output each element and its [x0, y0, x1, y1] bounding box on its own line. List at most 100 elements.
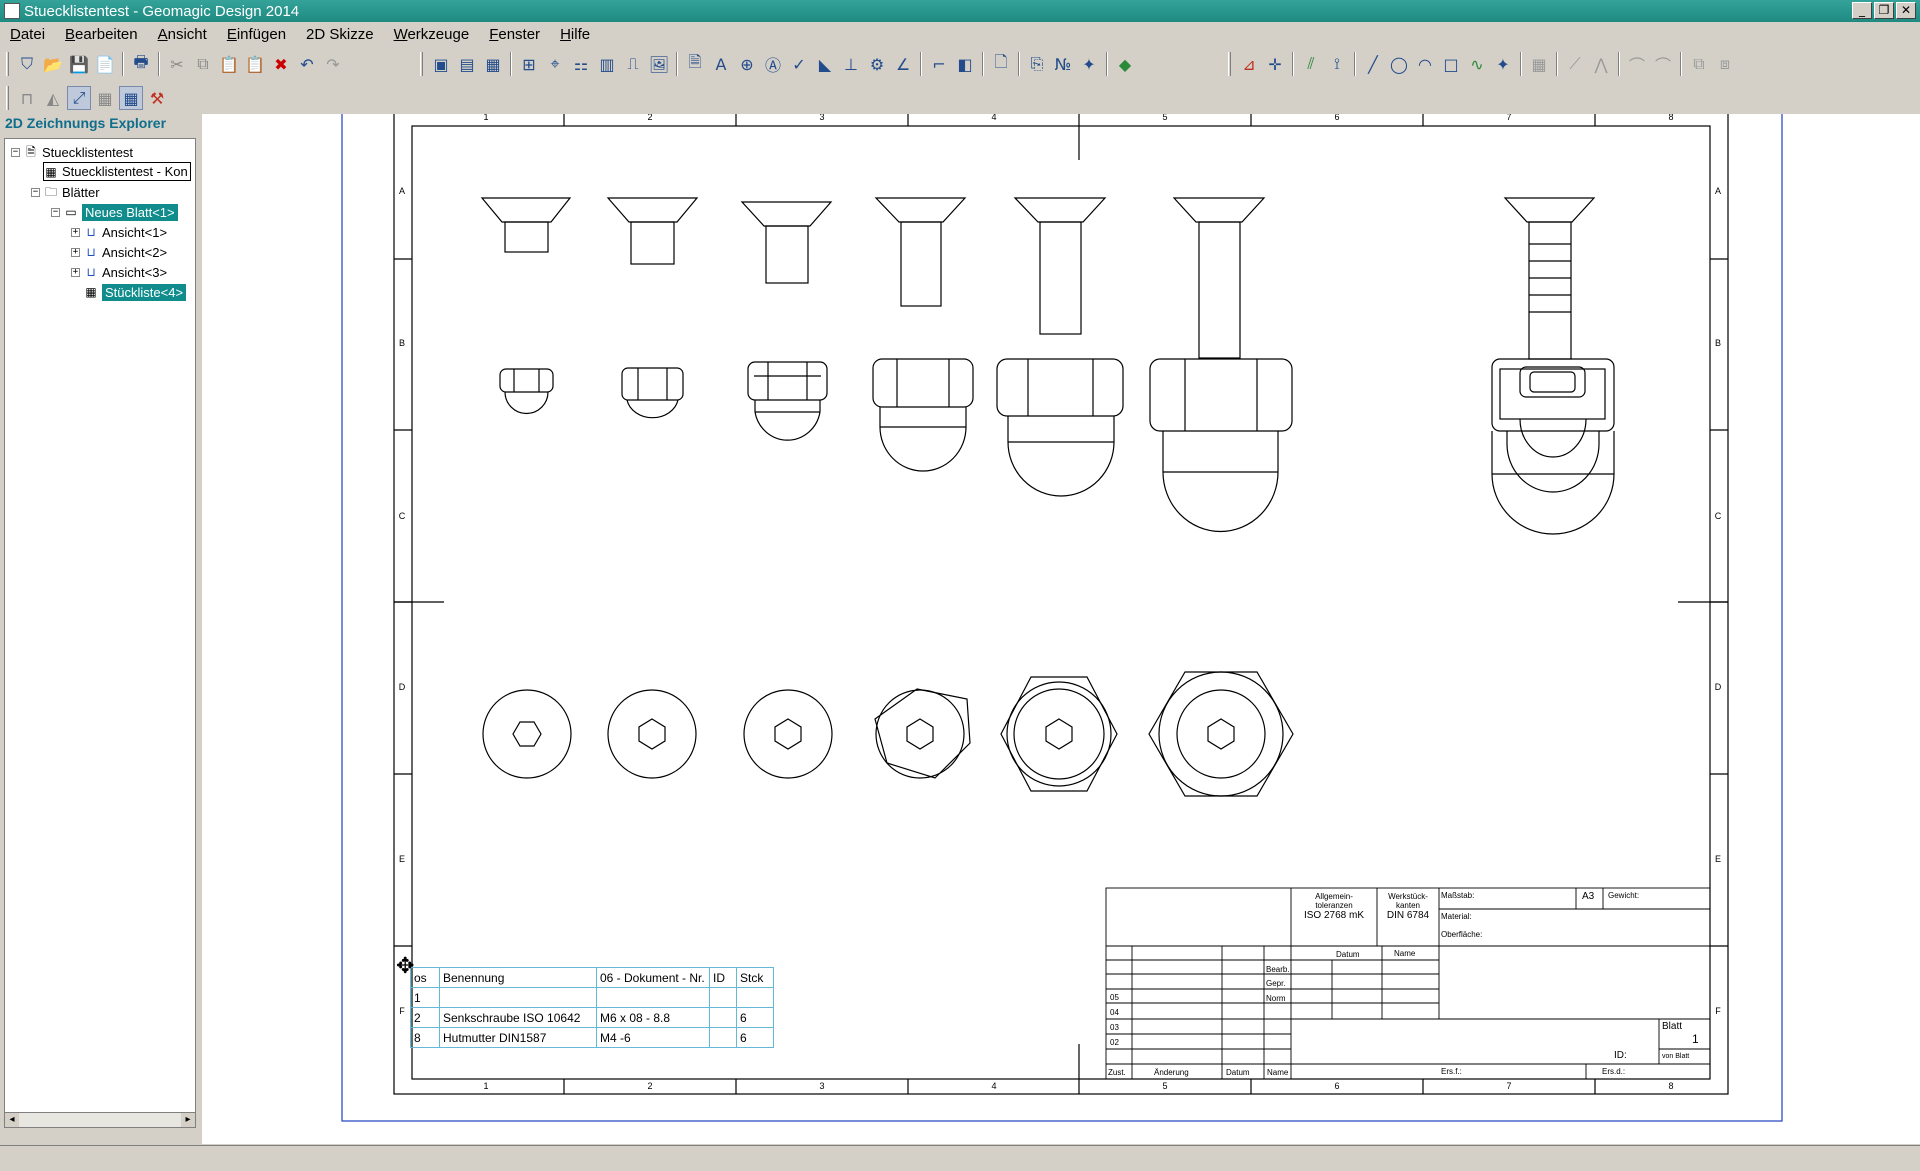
- tree-item-sheet-1[interactable]: − ▭ Neues Blatt<1>: [51, 202, 178, 222]
- circle-icon[interactable]: ◯: [1387, 52, 1411, 76]
- label-icon[interactable]: Ⓐ: [761, 52, 785, 76]
- explorer-tree[interactable]: − 🗎 Stuecklistentest ▦ Stuecklistentest …: [4, 138, 196, 1128]
- dimension-icon[interactable]: ⌐: [927, 52, 951, 76]
- chamfer-icon[interactable]: ⌒: [1651, 52, 1675, 76]
- sheet-icon[interactable]: ⊓: [15, 86, 39, 110]
- tree-item-view-3[interactable]: + ⊔ Ansicht<3>: [71, 262, 167, 282]
- text-icon[interactable]: A: [709, 52, 733, 76]
- scroll-left-icon[interactable]: ◂: [5, 1113, 19, 1127]
- move-cursor-icon[interactable]: ✥: [396, 956, 414, 978]
- menu-2d-skizze[interactable]: 2D Skizze: [296, 26, 384, 43]
- break-view-icon[interactable]: ⎍: [621, 52, 645, 76]
- numbering-icon[interactable]: №: [1051, 52, 1075, 76]
- detail-view-icon[interactable]: ⌖: [543, 52, 567, 76]
- paste-icon[interactable]: 📋: [217, 52, 241, 76]
- table-row[interactable]: os Benennung 06 - Dokument - Nr. ID Stck: [410, 967, 774, 988]
- hatch-icon[interactable]: ▥: [595, 52, 619, 76]
- check-icon[interactable]: ✓: [787, 52, 811, 76]
- nut-side-view[interactable]: [499, 358, 1615, 535]
- fillet-icon[interactable]: ⌒: [1625, 52, 1649, 76]
- menu-hilfe[interactable]: Hilfe: [550, 26, 600, 43]
- print-icon[interactable]: 🖶: [129, 52, 153, 76]
- point-icon[interactable]: ✛: [1263, 52, 1287, 76]
- delete-icon[interactable]: ✖: [269, 52, 293, 76]
- image-icon[interactable]: 🖼: [647, 52, 671, 76]
- save-icon[interactable]: 💾: [67, 52, 91, 76]
- view-layout-icon[interactable]: ▤: [455, 52, 479, 76]
- bom-icon[interactable]: ⚏: [569, 52, 593, 76]
- rectangle-icon[interactable]: □: [1439, 52, 1463, 76]
- layers-icon[interactable]: ◆: [1113, 52, 1137, 76]
- menu-bearbeiten[interactable]: Bearbeiten: [55, 26, 148, 43]
- tools-icon[interactable]: ⚒: [145, 86, 169, 110]
- selection-icon[interactable]: ◭: [41, 86, 65, 110]
- surface-symbol-icon[interactable]: ◣: [813, 52, 837, 76]
- menu-datei[interactable]: Datei: [0, 26, 55, 43]
- drawing-canvas[interactable]: 1 2 3 4 5 6 7 8 1 2 3 4 5 6 7 8 A B C D …: [202, 114, 1920, 1144]
- expand-icon[interactable]: +: [71, 267, 80, 277]
- bom-table[interactable]: os Benennung 06 - Dokument - Nr. ID Stck…: [410, 967, 774, 1048]
- redo-icon[interactable]: ↷: [321, 52, 345, 76]
- wizard-icon[interactable]: ✦: [1077, 52, 1101, 76]
- tree-item-bom-4[interactable]: ▦ Stückliste<4>: [84, 282, 187, 302]
- fill-icon[interactable]: ◧: [953, 52, 977, 76]
- top-views[interactable]: [482, 671, 1294, 797]
- grid-icon[interactable]: ▦: [1527, 52, 1551, 76]
- tree-item-sheets[interactable]: − 🗀 Blätter: [31, 182, 100, 202]
- table-row[interactable]: 1: [410, 987, 774, 1008]
- weld-icon[interactable]: ⚙: [865, 52, 889, 76]
- paste-special-icon[interactable]: 📋: [243, 52, 267, 76]
- collapse-icon[interactable]: −: [51, 207, 60, 217]
- properties-icon[interactable]: 🗋: [989, 52, 1013, 76]
- note-icon[interactable]: 🗎: [683, 52, 707, 76]
- tree-item-configuration[interactable]: ▦ Stuecklistentest - Kon: [43, 162, 191, 181]
- section-view-icon[interactable]: ⊞: [517, 52, 541, 76]
- explorer-horizontal-scrollbar[interactable]: ◂ ▸: [4, 1112, 196, 1128]
- mirror-icon[interactable]: ⧈: [1713, 52, 1737, 76]
- open-folder-icon[interactable]: 📂: [41, 52, 65, 76]
- spline-icon[interactable]: ∿: [1465, 52, 1489, 76]
- table-row[interactable]: 2 Senkschraube ISO 10642 M6 x 08 - 8.8 6: [410, 1007, 774, 1028]
- collapse-icon[interactable]: −: [11, 147, 20, 157]
- export-icon[interactable]: 📄: [93, 52, 117, 76]
- undo-icon[interactable]: ↶: [295, 52, 319, 76]
- menu-ansicht[interactable]: Ansicht: [148, 26, 217, 43]
- center-mark-icon[interactable]: ⊕: [735, 52, 759, 76]
- expand-icon[interactable]: +: [71, 227, 80, 237]
- menu-werkzeuge[interactable]: Werkzeuge: [384, 26, 480, 43]
- table-icon[interactable]: ▦: [481, 52, 505, 76]
- restore-button[interactable]: ❐: [1874, 2, 1894, 19]
- close-button[interactable]: ✕: [1896, 2, 1916, 19]
- datum-icon[interactable]: ⊥: [839, 52, 863, 76]
- tree-item-document[interactable]: − 🗎 Stuecklistentest: [11, 142, 133, 162]
- screw-side-view[interactable]: [480, 197, 1596, 360]
- table-row[interactable]: 8 Hutmutter DIN1587 M4 -6 6: [410, 1027, 774, 1048]
- parallel-icon[interactable]: ⫽: [1299, 52, 1323, 76]
- copy-icon[interactable]: ⧉: [191, 52, 215, 76]
- cut-icon[interactable]: ✂: [165, 52, 189, 76]
- menu-einfuegen[interactable]: Einfügen: [217, 26, 296, 43]
- view-icon[interactable]: ▣: [429, 52, 453, 76]
- annotation-icon[interactable]: ⤢: [67, 86, 91, 110]
- construction-point-icon[interactable]: ✦: [1491, 52, 1515, 76]
- balloon-icon[interactable]: ⎘: [1025, 52, 1049, 76]
- new-icon[interactable]: ⛉: [15, 52, 39, 76]
- tree-item-view-2[interactable]: + ⊔ Ansicht<2>: [71, 242, 167, 262]
- extend-icon[interactable]: ⋀: [1589, 52, 1613, 76]
- menu-fenster[interactable]: Fenster: [479, 26, 550, 43]
- line-icon[interactable]: ╱: [1361, 52, 1385, 76]
- tree-item-view-1[interactable]: + ⊔ Ansicht<1>: [71, 222, 167, 242]
- expand-icon[interactable]: +: [71, 247, 80, 257]
- scroll-right-icon[interactable]: ▸: [181, 1113, 195, 1127]
- toolbar-grip[interactable]: [6, 52, 9, 76]
- angle-icon[interactable]: ∠: [891, 52, 915, 76]
- snap-grid-icon[interactable]: ▦: [119, 86, 143, 110]
- smart-dimension-icon[interactable]: ⊿: [1237, 52, 1261, 76]
- arc-icon[interactable]: ◠: [1413, 52, 1437, 76]
- minimize-button[interactable]: _: [1852, 2, 1872, 19]
- trim-icon[interactable]: ⟋: [1563, 52, 1587, 76]
- app-icon[interactable]: [4, 3, 20, 19]
- grid-small-icon[interactable]: ▦: [93, 86, 117, 110]
- offset-icon[interactable]: ⧉: [1687, 52, 1711, 76]
- distance-icon[interactable]: ⟟: [1325, 52, 1349, 76]
